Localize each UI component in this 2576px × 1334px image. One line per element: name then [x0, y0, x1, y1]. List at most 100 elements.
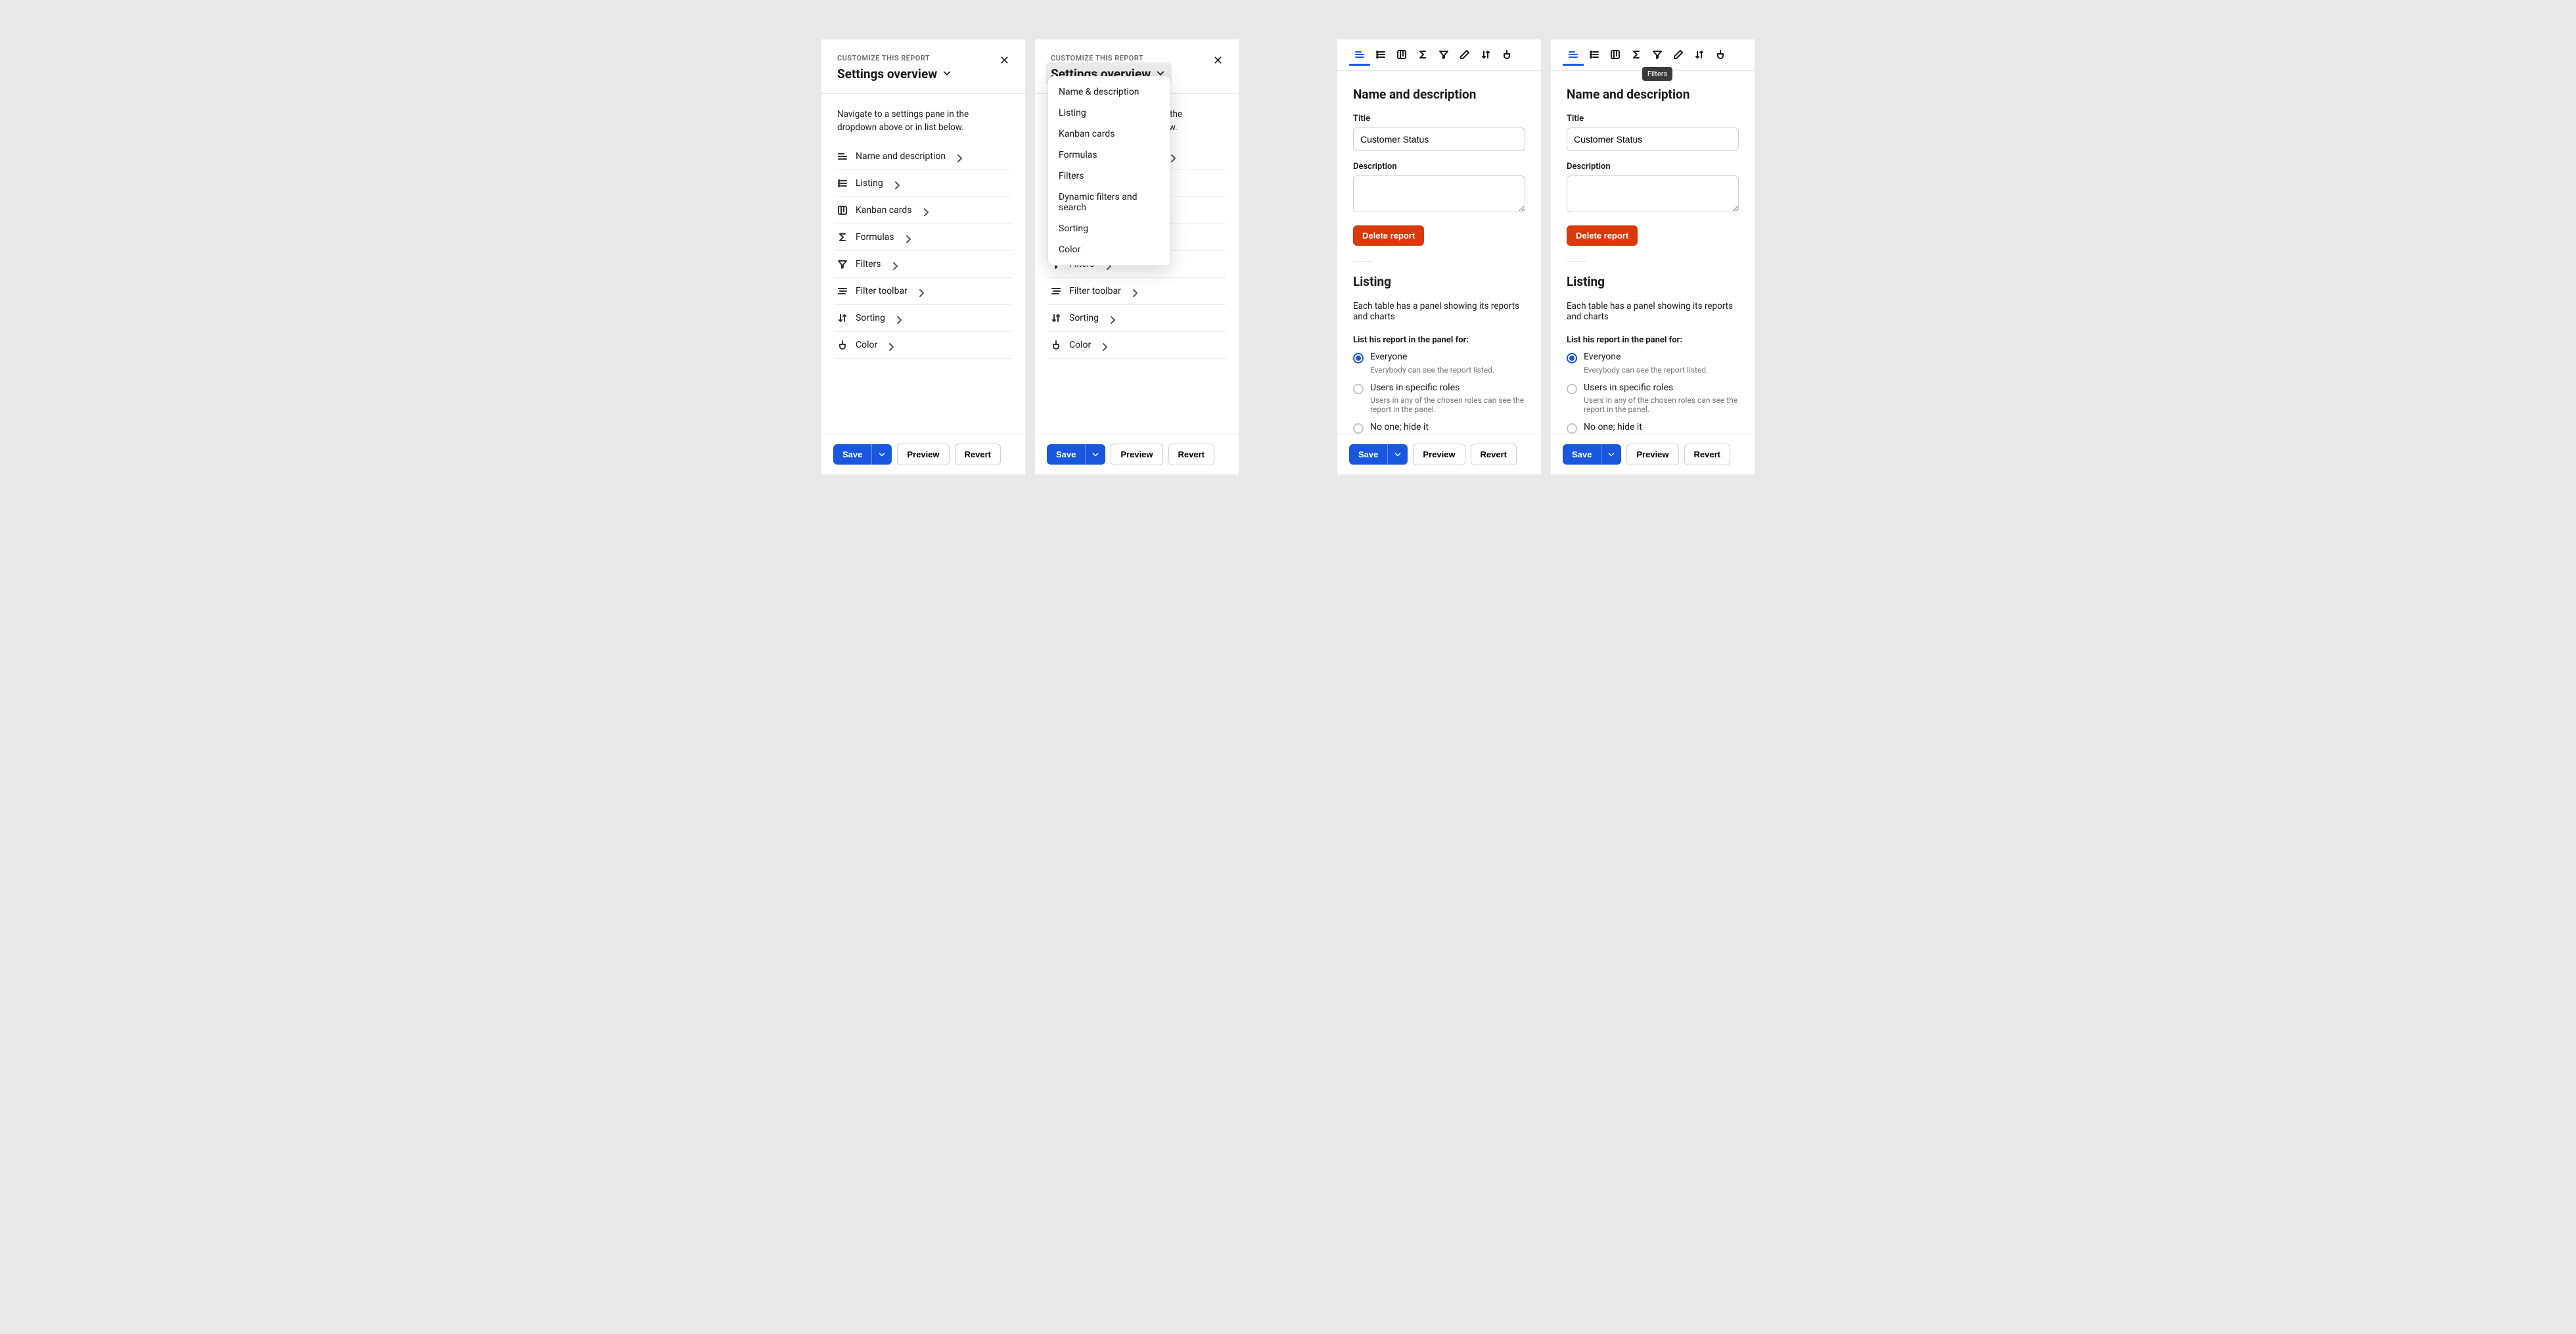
tab-kanban[interactable] — [1391, 45, 1412, 66]
option-label: Listing — [856, 178, 883, 189]
option-sort[interactable]: Sorting — [835, 305, 1012, 332]
option-funnel[interactable]: Filters — [835, 251, 1012, 278]
save-button[interactable]: Save — [833, 444, 871, 465]
tab-pen[interactable] — [1668, 45, 1689, 66]
tab-sigma[interactable] — [1412, 45, 1433, 66]
radio-option[interactable]: Users in specific roles Users in any of … — [1567, 382, 1739, 415]
dropdown-item[interactable]: Listing — [1048, 103, 1170, 124]
tab-sort[interactable] — [1475, 45, 1496, 66]
paint-icon — [837, 340, 848, 350]
save-split-button[interactable] — [1085, 444, 1105, 465]
option-text-lines[interactable]: Name and description — [835, 143, 1012, 170]
radio-option[interactable]: Users in specific roles Users in any of … — [1353, 382, 1525, 415]
chevron-right-icon — [894, 315, 901, 321]
option-label: Formulas — [856, 232, 894, 242]
chevron-right-icon — [892, 180, 899, 187]
chevron-right-icon — [1108, 315, 1115, 321]
save-split-button[interactable] — [871, 444, 892, 465]
save-split-button[interactable] — [1601, 444, 1621, 465]
dropdown-item[interactable]: Color — [1048, 239, 1170, 260]
listing-section: Listing Each table has a panel showing i… — [1551, 274, 1755, 434]
preview-button[interactable]: Preview — [1413, 444, 1465, 465]
revert-button[interactable]: Revert — [955, 444, 1001, 465]
settings-panel: Filters Name and description Title Descr… — [1551, 39, 1755, 474]
radio-option[interactable]: No one; hide it The report isn't listed … — [1353, 422, 1525, 434]
tab-pen[interactable] — [1454, 45, 1475, 66]
toolbar-icon — [1051, 286, 1061, 296]
panel-header: CUSTOMIZE THIS REPORT Settings overview … — [1035, 39, 1239, 94]
option-label: Name and description — [856, 151, 946, 162]
dropdown-item[interactable]: Sorting — [1048, 218, 1170, 239]
save-button[interactable]: Save — [1349, 444, 1387, 465]
option-sort[interactable]: Sorting — [1048, 305, 1226, 332]
preview-button[interactable]: Preview — [1626, 444, 1678, 465]
tab-paint[interactable] — [1710, 45, 1731, 66]
radio-label: Everyone — [1584, 352, 1708, 363]
option-paint[interactable]: Color — [1048, 332, 1226, 359]
radio-group-label: List his report in the panel for: — [1353, 335, 1525, 345]
name-description-section: Name and description Title Description D… — [1551, 71, 1755, 262]
section-heading: Listing — [1567, 274, 1739, 289]
save-button-group: Save — [1047, 444, 1105, 465]
settings-dropdown: Name & descriptionListingKanban cardsFor… — [1048, 76, 1170, 265]
radio-option[interactable]: Everyone Everybody can see the report li… — [1353, 352, 1525, 375]
tab-tooltip: Filters — [1642, 67, 1672, 81]
tab-funnel[interactable]: Filters — [1647, 45, 1668, 66]
dropdown-item[interactable]: Filters — [1048, 166, 1170, 187]
close-button[interactable]: ✕ — [994, 54, 1009, 68]
revert-button[interactable]: Revert — [1471, 444, 1517, 465]
description-input[interactable] — [1353, 175, 1525, 212]
tab-list[interactable] — [1370, 45, 1391, 66]
dropdown-item[interactable]: Name & description — [1048, 81, 1170, 103]
settings-panel: Name and description Title Description D… — [1337, 39, 1541, 474]
tab-text-lines[interactable] — [1563, 45, 1584, 66]
tab-strip: Filters — [1551, 39, 1755, 71]
option-paint[interactable]: Color — [835, 332, 1012, 359]
radio-label: Users in specific roles — [1584, 382, 1739, 394]
settings-title-dropdown[interactable]: Settings overview — [837, 66, 952, 81]
tab-paint[interactable] — [1496, 45, 1517, 66]
option-label: Filters — [856, 259, 881, 269]
dropdown-item[interactable]: Formulas — [1048, 145, 1170, 166]
save-button[interactable]: Save — [1563, 444, 1601, 465]
delete-report-button[interactable]: Delete report — [1353, 225, 1424, 246]
dropdown-item[interactable]: Kanban cards — [1048, 124, 1170, 145]
tab-funnel[interactable] — [1433, 45, 1454, 66]
panel-footer: Save Preview Revert — [821, 434, 1025, 474]
option-list[interactable]: Listing — [835, 170, 1012, 197]
name-description-section: Name and description Title Description D… — [1337, 71, 1541, 262]
description-input[interactable] — [1567, 175, 1739, 212]
toolbar-icon — [837, 286, 848, 296]
option-sigma[interactable]: Formulas — [835, 224, 1012, 251]
option-toolbar[interactable]: Filter toolbar — [835, 278, 1012, 305]
chevron-down-icon — [942, 66, 952, 81]
option-label: Sorting — [1069, 313, 1099, 323]
option-toolbar[interactable]: Filter toolbar — [1048, 278, 1226, 305]
tab-kanban[interactable] — [1605, 45, 1626, 66]
title-label: Title — [1567, 114, 1739, 124]
save-button[interactable]: Save — [1047, 444, 1085, 465]
chevron-right-icon — [917, 288, 923, 294]
section-heading: Listing — [1353, 274, 1525, 289]
preview-button[interactable]: Preview — [1111, 444, 1162, 465]
title-input[interactable] — [1353, 127, 1525, 151]
delete-report-button[interactable]: Delete report — [1567, 225, 1638, 246]
preview-button[interactable]: Preview — [897, 444, 949, 465]
intro-text: Navigate to a settings pane in the dropd… — [837, 108, 1009, 134]
save-split-button[interactable] — [1387, 444, 1408, 465]
revert-button[interactable]: Revert — [1684, 444, 1730, 465]
sort-icon — [1051, 313, 1061, 323]
radio-option[interactable]: No one; hide it The report isn't listed … — [1567, 422, 1739, 434]
tab-sort[interactable] — [1689, 45, 1710, 66]
revert-button[interactable]: Revert — [1168, 444, 1214, 465]
radio-option[interactable]: Everyone Everybody can see the report li… — [1567, 352, 1739, 375]
close-button[interactable]: ✕ — [1208, 54, 1223, 68]
title-input[interactable] — [1567, 127, 1739, 151]
dropdown-item[interactable]: Dynamic filters and search — [1048, 187, 1170, 218]
tab-text-lines[interactable] — [1349, 45, 1370, 66]
tab-list[interactable] — [1584, 45, 1605, 66]
radio-help: Everybody can see the report listed. — [1370, 365, 1494, 375]
tab-sigma[interactable] — [1626, 45, 1647, 66]
radio-group-label: List his report in the panel for: — [1567, 335, 1739, 345]
option-kanban[interactable]: Kanban cards — [835, 197, 1012, 224]
